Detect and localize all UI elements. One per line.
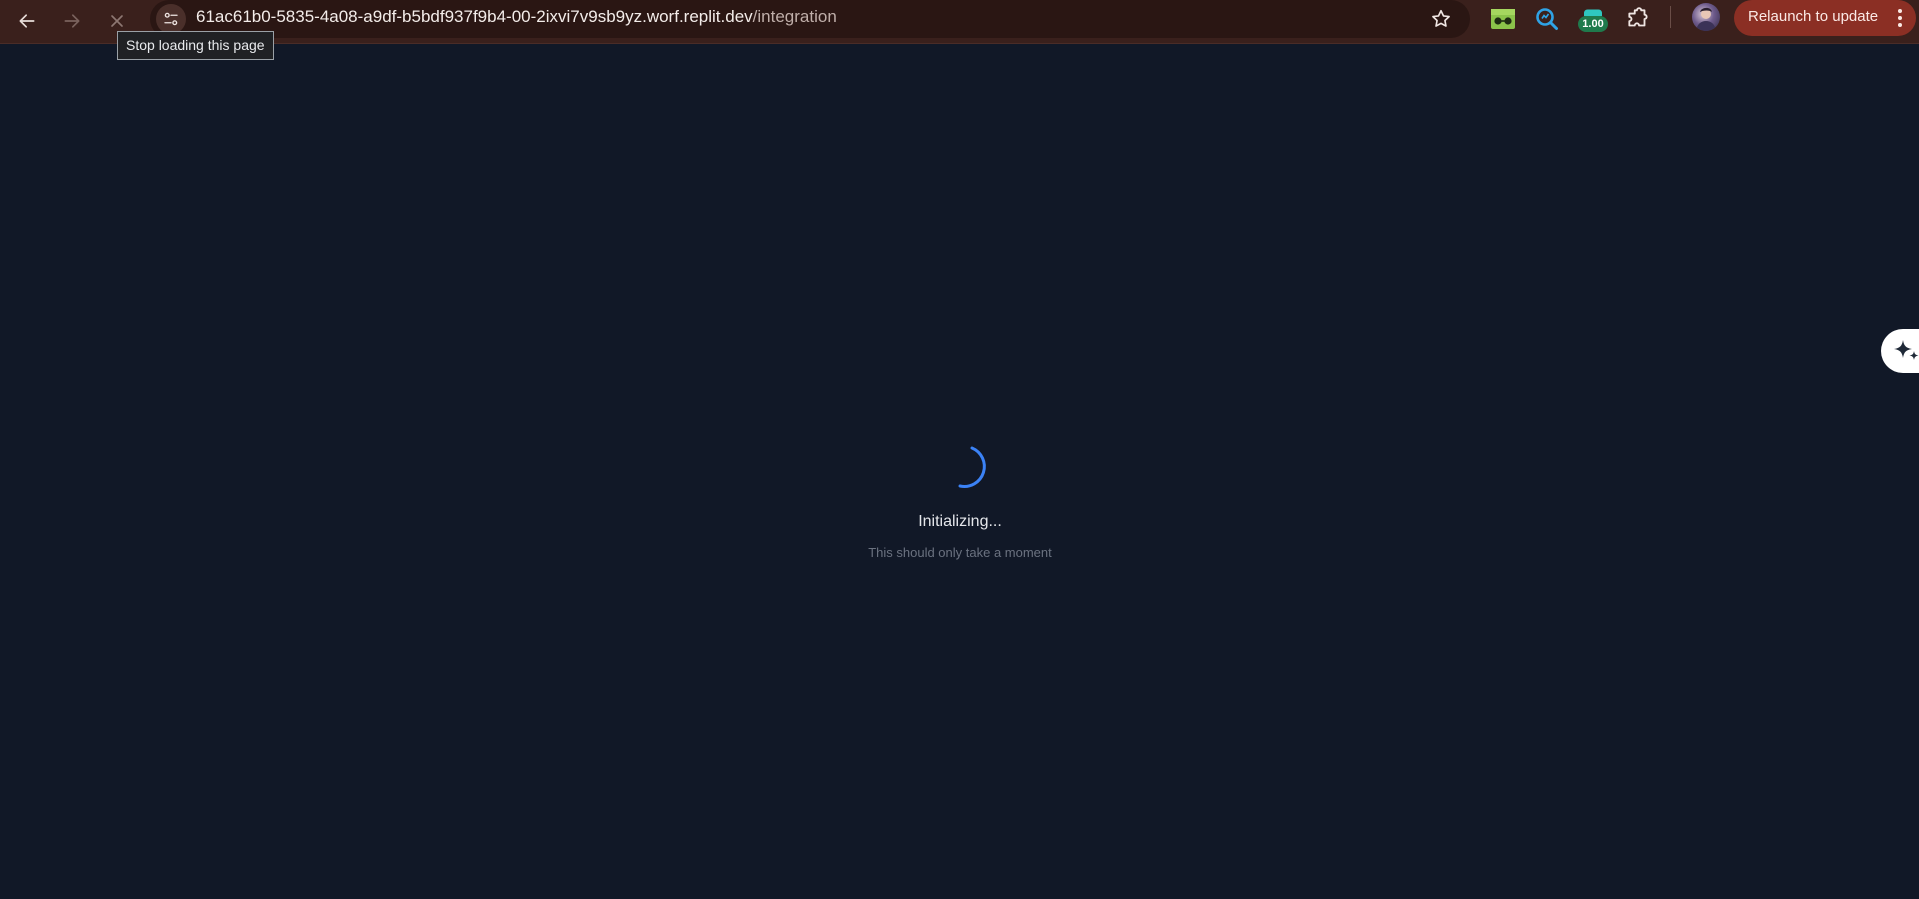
arrow-left-icon: [19, 14, 35, 28]
extensions-button[interactable]: [1623, 4, 1653, 34]
relaunch-button[interactable]: Relaunch to update: [1734, 0, 1916, 36]
loading-title: Initializing...: [918, 513, 1002, 530]
kebab-menu-icon[interactable]: [1898, 9, 1902, 27]
url-host: 61ac61b0-5835-4a08-a9df-b5bdf937f9b4-00-…: [196, 7, 753, 26]
bookmark-button[interactable]: [1428, 6, 1454, 32]
forward-button[interactable]: [55, 4, 89, 38]
glasses-icon: [1491, 9, 1515, 29]
ai-assistant-button[interactable]: [1881, 329, 1919, 373]
back-button[interactable]: [10, 4, 44, 38]
toolbar-divider: [1670, 6, 1671, 28]
extension-badge: 1.00: [1578, 16, 1608, 32]
loading-subtitle: This should only take a moment: [868, 545, 1052, 560]
close-icon: [111, 15, 123, 27]
extension-glasses[interactable]: [1488, 4, 1518, 34]
star-icon: [1432, 9, 1450, 27]
magnifier-icon: [1536, 8, 1558, 30]
arrow-right-icon: [64, 14, 80, 28]
extension-magnifier[interactable]: [1532, 4, 1562, 34]
site-info-button[interactable]: [156, 4, 186, 34]
sparkle-icon: [1894, 340, 1919, 360]
browser-toolbar: 61ac61b0-5835-4a08-a9df-b5bdf937f9b4-00-…: [0, 0, 1919, 44]
puzzle-icon: [1628, 7, 1648, 27]
url-text[interactable]: 61ac61b0-5835-4a08-a9df-b5bdf937f9b4-00-…: [196, 0, 837, 38]
url-path: /integration: [752, 7, 837, 26]
avatar[interactable]: [1692, 3, 1720, 31]
stop-tooltip: Stop loading this page: [117, 31, 274, 60]
profile-picture-icon: [1696, 7, 1716, 31]
address-bar[interactable]: 61ac61b0-5835-4a08-a9df-b5bdf937f9b4-00-…: [150, 0, 1470, 38]
tune-icon: [164, 12, 178, 26]
spinner-icon: [958, 446, 986, 488]
loading-spinner: [940, 443, 988, 491]
relaunch-label: Relaunch to update: [1748, 8, 1879, 25]
